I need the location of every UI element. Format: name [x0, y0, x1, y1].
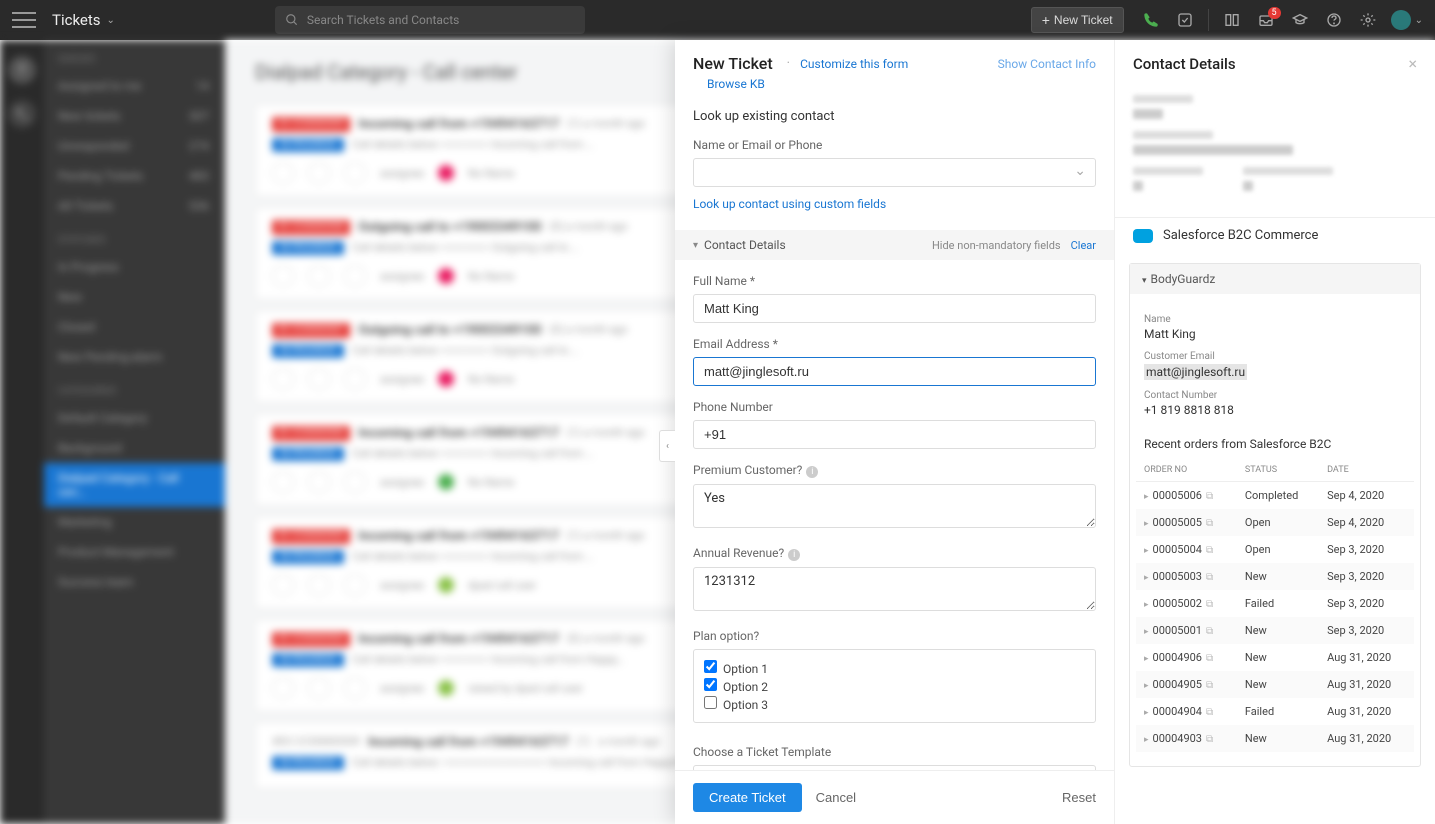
- email-field[interactable]: [693, 357, 1096, 386]
- orders-table: ORDER NO STATUS DATE ▸00005006⧉Completed…: [1130, 459, 1420, 766]
- avatar-chevron-icon[interactable]: ⌄: [1415, 15, 1423, 26]
- topbar: Tickets ⌄ Search Tickets and Contacts +N…: [0, 0, 1435, 40]
- order-row[interactable]: ▸00005003⧉NewSep 3, 2020: [1136, 563, 1414, 590]
- order-row[interactable]: ▸00005001⧉NewSep 3, 2020: [1136, 617, 1414, 644]
- email-label: Email Address *: [693, 337, 1096, 351]
- revenue-field[interactable]: [693, 567, 1096, 611]
- revenue-label: Annual Revenue?i: [693, 546, 1096, 561]
- template-input[interactable]: [693, 765, 1096, 770]
- search-icon: [285, 13, 299, 27]
- phone-label: Phone Number: [693, 400, 1096, 414]
- app-menu-icon[interactable]: [12, 12, 36, 28]
- full-name-field[interactable]: [693, 294, 1096, 323]
- help-icon[interactable]: [1319, 5, 1349, 35]
- template-select[interactable]: [693, 765, 1096, 770]
- inbox-icon[interactable]: 5: [1251, 5, 1281, 35]
- lookup-contact-select[interactable]: [693, 158, 1096, 187]
- book-icon[interactable]: [1217, 5, 1247, 35]
- plan-option-2[interactable]: Option 2: [704, 678, 1085, 694]
- user-avatar[interactable]: [1391, 10, 1411, 30]
- chevron-down-icon[interactable]: ⌄: [107, 15, 115, 26]
- order-row[interactable]: ▸00005002⧉FailedSep 3, 2020: [1136, 590, 1414, 617]
- phone-field[interactable]: [693, 420, 1096, 449]
- new-ticket-button[interactable]: +New Ticket: [1031, 7, 1124, 33]
- caret-down-icon: ▾: [1142, 276, 1147, 286]
- premium-field[interactable]: [693, 484, 1096, 528]
- gear-icon[interactable]: [1353, 5, 1383, 35]
- new-ticket-panels: ‹ New Ticket · Customize this form Show …: [675, 40, 1435, 824]
- contact-email-value: matt@jinglesoft.ru: [1144, 364, 1247, 380]
- contact-details-panel: Contact Details × Salesforce B2C Commerc…: [1115, 40, 1435, 824]
- section-contact-details[interactable]: ▾ Contact Details Hide non-mandatory fie…: [675, 230, 1114, 260]
- customize-form-link[interactable]: Customize this form: [800, 57, 908, 71]
- global-search[interactable]: Search Tickets and Contacts: [275, 6, 585, 34]
- contact-panel-title: Contact Details: [1133, 55, 1236, 73]
- topbar-title[interactable]: Tickets: [52, 11, 101, 29]
- close-icon[interactable]: ×: [1408, 54, 1417, 73]
- order-row[interactable]: ▸00005006⧉CompletedSep 4, 2020: [1136, 482, 1414, 510]
- collapse-panel-tab[interactable]: ‹: [659, 430, 675, 462]
- plan-option-3[interactable]: Option 3: [704, 696, 1085, 712]
- info-icon[interactable]: i: [806, 466, 818, 478]
- salesforce-icon: [1133, 229, 1153, 243]
- plan-option-1[interactable]: Option 1: [704, 660, 1085, 676]
- reset-button[interactable]: Reset: [1062, 790, 1096, 805]
- show-contact-info-link[interactable]: Show Contact Info: [998, 57, 1096, 71]
- phone-icon[interactable]: [1136, 5, 1166, 35]
- clear-contact[interactable]: Clear: [1071, 239, 1096, 252]
- lookup-contact-input[interactable]: [693, 158, 1096, 187]
- lookup-custom-link[interactable]: Look up contact using custom fields: [693, 197, 886, 211]
- plan-label: Plan option?: [693, 629, 1096, 643]
- notification-badge: 5: [1268, 7, 1281, 19]
- salesforce-integration-row[interactable]: Salesforce B2C Commerce: [1115, 217, 1435, 253]
- check-box-icon[interactable]: [1170, 5, 1200, 35]
- caret-down-icon: ▾: [693, 240, 698, 251]
- lookup-heading: Look up existing contact: [693, 109, 1096, 124]
- premium-label: Premium Customer?i: [693, 463, 1096, 478]
- browse-kb-link[interactable]: Browse KB: [707, 77, 765, 91]
- plan-options: Option 1 Option 2 Option 3: [693, 649, 1096, 723]
- create-ticket-button[interactable]: Create Ticket: [693, 783, 802, 812]
- card-header[interactable]: ▾BodyGuardz: [1130, 264, 1420, 294]
- new-ticket-form-panel: New Ticket · Customize this form Show Co…: [675, 40, 1115, 824]
- order-row[interactable]: ▸00005005⧉OpenSep 4, 2020: [1136, 509, 1414, 536]
- template-label: Choose a Ticket Template: [693, 745, 1096, 759]
- cancel-button[interactable]: Cancel: [816, 790, 856, 805]
- plus-icon: +: [1042, 12, 1050, 28]
- hide-nonmandatory[interactable]: Hide non-mandatory fields: [932, 239, 1061, 252]
- modal-title: New Ticket: [693, 54, 773, 73]
- graduation-icon[interactable]: [1285, 5, 1315, 35]
- order-row[interactable]: ▸00004904⧉FailedAug 31, 2020: [1136, 698, 1414, 725]
- orders-heading: Recent orders from Salesforce B2C: [1130, 427, 1420, 459]
- order-row[interactable]: ▸00004903⧉NewAug 31, 2020: [1136, 725, 1414, 752]
- order-row[interactable]: ▸00005004⧉OpenSep 3, 2020: [1136, 536, 1414, 563]
- lookup-label: Name or Email or Phone: [693, 138, 1096, 152]
- contact-card: ▾BodyGuardz Name Matt King Customer Emai…: [1129, 263, 1421, 767]
- search-placeholder: Search Tickets and Contacts: [307, 13, 459, 27]
- contact-phone-value: +1 819 8818 818: [1144, 403, 1406, 417]
- full-name-label: Full Name *: [693, 274, 1096, 288]
- order-row[interactable]: ▸00004906⧉NewAug 31, 2020: [1136, 644, 1414, 671]
- info-icon[interactable]: i: [788, 549, 800, 561]
- order-row[interactable]: ▸00004905⧉NewAug 31, 2020: [1136, 671, 1414, 698]
- contact-name-value: Matt King: [1144, 327, 1406, 341]
